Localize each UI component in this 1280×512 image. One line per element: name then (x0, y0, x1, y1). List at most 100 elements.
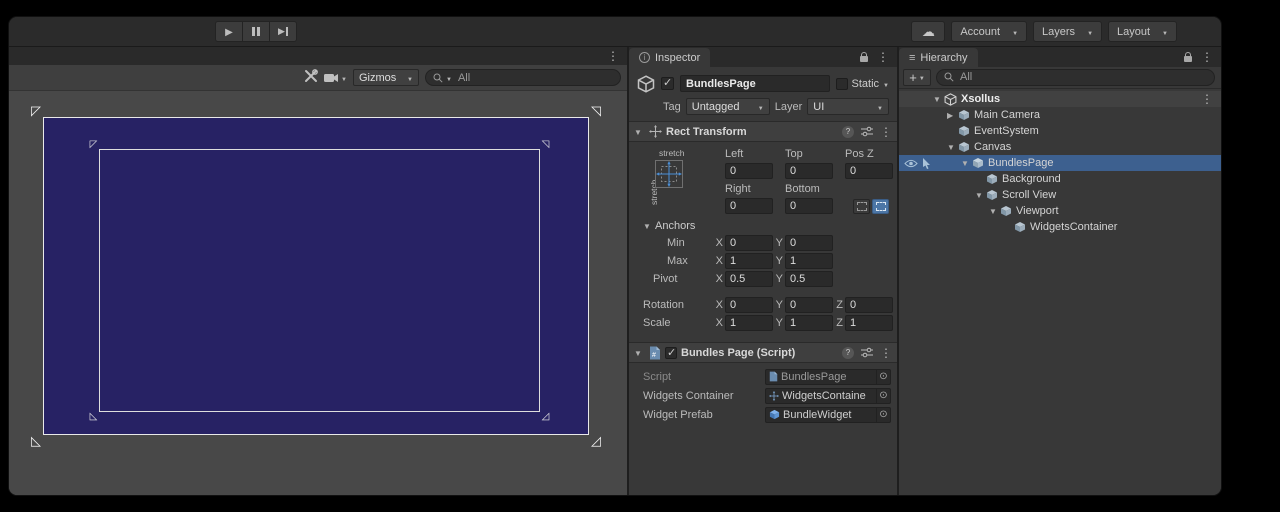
anchor-handle[interactable] (88, 411, 99, 422)
component-enabled-checkbox[interactable] (665, 347, 677, 359)
visibility-eye-icon[interactable] (904, 159, 918, 168)
chevron-down-icon (341, 72, 347, 84)
object-name-field[interactable]: BundlesPage (680, 75, 830, 92)
right-field[interactable]: 0 (725, 198, 773, 214)
hierarchy-row[interactable]: WidgetsContainer (899, 219, 1221, 235)
lock-icon[interactable] (860, 56, 868, 62)
static-checkbox[interactable] (836, 78, 848, 90)
hierarchy-row[interactable]: Viewport (899, 203, 1221, 219)
gameobject-icon (1014, 221, 1026, 233)
play-button[interactable] (215, 21, 243, 42)
anchor-handle[interactable] (88, 139, 99, 150)
hierarchy-row[interactable]: Scroll View (899, 187, 1221, 203)
anchor-presets-button[interactable]: stretch stretch (629, 147, 713, 215)
foldout-expanded-icon[interactable] (933, 93, 944, 105)
hierarchy-row[interactable]: EventSystem (899, 123, 1221, 139)
left-field[interactable]: 0 (725, 163, 773, 179)
chevron-down-icon (1012, 26, 1018, 38)
object-picker-icon[interactable] (876, 389, 890, 403)
gameobject-icon (972, 157, 984, 169)
pivot-y-field[interactable]: 0.5 (785, 271, 833, 287)
pivot-x-field[interactable]: 0.5 (725, 271, 773, 287)
scale-z-field[interactable]: 1 (845, 315, 893, 331)
canvas-rect-gizmo[interactable] (43, 117, 589, 435)
cloud-services-button[interactable] (911, 21, 945, 42)
rect-corner-handle[interactable] (589, 434, 603, 448)
max-x-field[interactable]: 1 (725, 253, 773, 269)
help-icon[interactable] (842, 347, 854, 359)
scene-camera-button[interactable] (324, 72, 347, 84)
scale-x-field[interactable]: 1 (725, 315, 773, 331)
bottom-field[interactable]: 0 (785, 198, 833, 214)
scene-search-value: All (458, 72, 470, 84)
layers-dropdown[interactable]: Layers (1033, 21, 1102, 42)
foldout-expanded-icon[interactable] (634, 347, 645, 359)
inspector-menu-icon[interactable] (877, 50, 889, 64)
foldout-expanded-icon[interactable] (961, 157, 972, 169)
presets-icon[interactable] (861, 347, 873, 358)
rect-corner-handle[interactable] (29, 104, 43, 118)
presets-icon[interactable] (861, 126, 873, 137)
selected-rect-gizmo[interactable] (99, 149, 540, 412)
gameobject-icon (986, 173, 998, 185)
hierarchy-row[interactable]: Background (899, 171, 1221, 187)
rect-corner-handle[interactable] (29, 434, 43, 448)
foldout-expanded-icon[interactable] (989, 205, 1000, 217)
scale-y-field[interactable]: 1 (785, 315, 833, 331)
foldout-expanded-icon[interactable] (975, 189, 986, 201)
component-menu-icon[interactable] (880, 125, 892, 139)
top-field[interactable]: 0 (785, 163, 833, 179)
foldout-expanded-icon[interactable] (947, 141, 958, 153)
step-button[interactable] (269, 21, 297, 42)
rotation-z-field[interactable]: 0 (845, 297, 893, 313)
hierarchy-row-scene[interactable]: Xsollus (899, 91, 1221, 107)
anchors-foldout[interactable]: Anchors (629, 217, 893, 234)
scene-search-input[interactable]: All (425, 69, 621, 86)
hierarchy-menu-icon[interactable] (1201, 50, 1213, 64)
layer-dropdown[interactable]: UI (807, 98, 889, 115)
anchor-handle[interactable] (540, 139, 551, 150)
scene-row-menu-icon[interactable] (1201, 92, 1213, 106)
min-x-field[interactable]: 0 (725, 235, 773, 251)
pause-button[interactable] (242, 21, 270, 42)
object-picker-icon[interactable] (876, 370, 890, 384)
min-y-field[interactable]: 0 (785, 235, 833, 251)
tool-settings-icon[interactable] (304, 69, 318, 86)
layout-dropdown[interactable]: Layout (1108, 21, 1177, 42)
tab-hierarchy[interactable]: Hierarchy (899, 48, 978, 67)
anchor-handle[interactable] (540, 411, 551, 422)
component-menu-icon[interactable] (880, 346, 892, 360)
scene-viewport[interactable] (9, 91, 627, 496)
rotation-x-field[interactable]: 0 (725, 297, 773, 313)
blueprint-mode-icon[interactable] (853, 199, 870, 214)
account-dropdown[interactable]: Account (951, 21, 1027, 42)
tag-dropdown[interactable]: Untagged (686, 98, 770, 115)
raw-edit-mode-icon[interactable] (872, 199, 889, 214)
active-checkbox[interactable] (661, 77, 674, 90)
static-dropdown[interactable]: Static (836, 78, 889, 90)
create-object-button[interactable]: + (903, 69, 931, 86)
hierarchy-row-selected[interactable]: BundlesPage (899, 155, 1221, 171)
rotation-y-field[interactable]: 0 (785, 297, 833, 313)
script-object-field[interactable]: BundlesPage (765, 369, 891, 385)
pickability-cursor-icon[interactable] (922, 158, 931, 169)
tab-inspector[interactable]: Inspector (629, 48, 710, 67)
widget-prefab-object-field[interactable]: BundleWidget (765, 407, 891, 423)
object-picker-icon[interactable] (876, 408, 890, 422)
hierarchy-search-input[interactable]: All (936, 69, 1215, 86)
foldout-expanded-icon[interactable] (634, 126, 645, 138)
widgets-container-object-field[interactable]: WidgetsContaine (765, 388, 891, 404)
pos-z-field[interactable]: 0 (845, 163, 893, 179)
scale-row: Scale X1 Y1 Z1 (629, 314, 893, 332)
help-icon[interactable] (842, 126, 854, 138)
rect-transform-header[interactable]: Rect Transform (629, 121, 897, 142)
scene-menu-icon[interactable] (607, 49, 619, 63)
foldout-collapsed-icon[interactable] (947, 109, 958, 121)
gizmos-dropdown[interactable]: Gizmos (353, 69, 419, 86)
max-y-field[interactable]: 1 (785, 253, 833, 269)
bundles-page-script-header[interactable]: # Bundles Page (Script) (629, 342, 897, 363)
lock-icon[interactable] (1184, 56, 1192, 62)
rect-corner-handle[interactable] (589, 104, 603, 118)
hierarchy-row[interactable]: Canvas (899, 139, 1221, 155)
hierarchy-row[interactable]: Main Camera (899, 107, 1221, 123)
